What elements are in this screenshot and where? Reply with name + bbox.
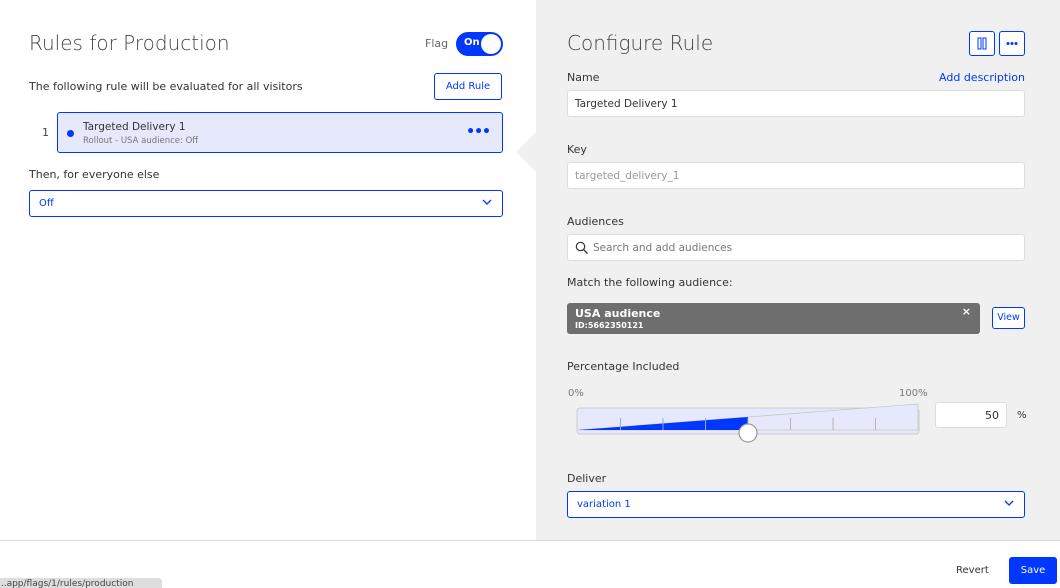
flag-toggle[interactable]: On [456, 32, 503, 56]
rule-number: 1 [42, 126, 49, 139]
status-url-text: ...app/flags/1/rules/production [0, 579, 134, 588]
save-button[interactable]: Save [1009, 557, 1057, 584]
configure-title: Configure Rule [567, 31, 714, 55]
close-icon[interactable]: × [962, 305, 971, 318]
key-input[interactable]: targeted_delivery_1 [567, 162, 1025, 189]
audiences-search-placeholder: Search and add audiences [593, 242, 733, 254]
deliver-select-value: variation 1 [577, 499, 631, 510]
evaluation-description: The following rule will be evaluated for… [29, 80, 303, 93]
slider-max-label: 100% [899, 388, 928, 399]
status-url-tab: ...app/flags/1/rules/production [0, 578, 162, 588]
search-icon [575, 241, 588, 254]
slider-handle[interactable] [738, 423, 758, 443]
percentage-slider[interactable] [576, 400, 926, 446]
toggle-knob [481, 34, 501, 54]
percentage-label: Percentage Included [567, 360, 680, 373]
audience-chip-name: USA audience [575, 307, 661, 320]
key-input-placeholder: targeted_delivery_1 [575, 170, 680, 182]
more-options-button[interactable] [999, 31, 1025, 56]
rules-panel: Rules for Production Flag On The followi… [0, 0, 536, 540]
slider-min-label: 0% [568, 388, 584, 399]
page-title: Rules for Production [29, 31, 230, 55]
add-rule-button[interactable]: Add Rule [434, 73, 502, 100]
audience-chip-id: ID:5662350121 [575, 321, 644, 330]
name-input[interactable]: Targeted Delivery 1 [567, 90, 1025, 117]
percent-sign: % [1017, 410, 1027, 421]
chevron-down-icon [482, 199, 492, 205]
else-variation-select[interactable]: Off [29, 190, 503, 217]
revert-button[interactable]: Revert [956, 565, 989, 576]
audience-chip: USA audience ID:5662350121 × [567, 303, 980, 334]
deliver-label: Deliver [567, 472, 607, 485]
rule-name: Targeted Delivery 1 [83, 121, 186, 133]
percentage-input-value: 50 [985, 409, 999, 422]
columns-button[interactable] [969, 31, 995, 56]
view-audience-button[interactable]: View [992, 307, 1025, 329]
else-select-value: Off [39, 198, 54, 209]
percentage-input[interactable]: 50 [935, 402, 1007, 428]
match-audience-label: Match the following audience: [567, 276, 733, 289]
more-horizontal-icon [1006, 42, 1018, 45]
name-label: Name [567, 71, 600, 84]
rule-item-targeted-delivery[interactable]: Targeted Delivery 1 Rollout - USA audien… [57, 112, 503, 153]
rule-subtitle: Rollout - USA audience: Off [83, 136, 199, 146]
audiences-label: Audiences [567, 215, 624, 228]
audiences-search-input[interactable]: Search and add audiences [567, 234, 1025, 261]
flag-label: Flag [425, 37, 449, 50]
else-label: Then, for everyone else [29, 168, 160, 181]
configure-rule-panel: Configure Rule Name Add description Targ… [536, 0, 1060, 540]
chevron-down-icon [1004, 500, 1014, 506]
columns-icon [977, 37, 987, 50]
more-horizontal-icon[interactable]: ••• [466, 124, 491, 140]
rule-status-dot [67, 130, 74, 137]
add-description-link[interactable]: Add description [939, 71, 1025, 84]
name-input-value: Targeted Delivery 1 [575, 98, 678, 110]
key-label: Key [567, 143, 587, 156]
deliver-variation-select[interactable]: variation 1 [567, 491, 1025, 518]
flag-toggle-label: On [464, 37, 480, 48]
